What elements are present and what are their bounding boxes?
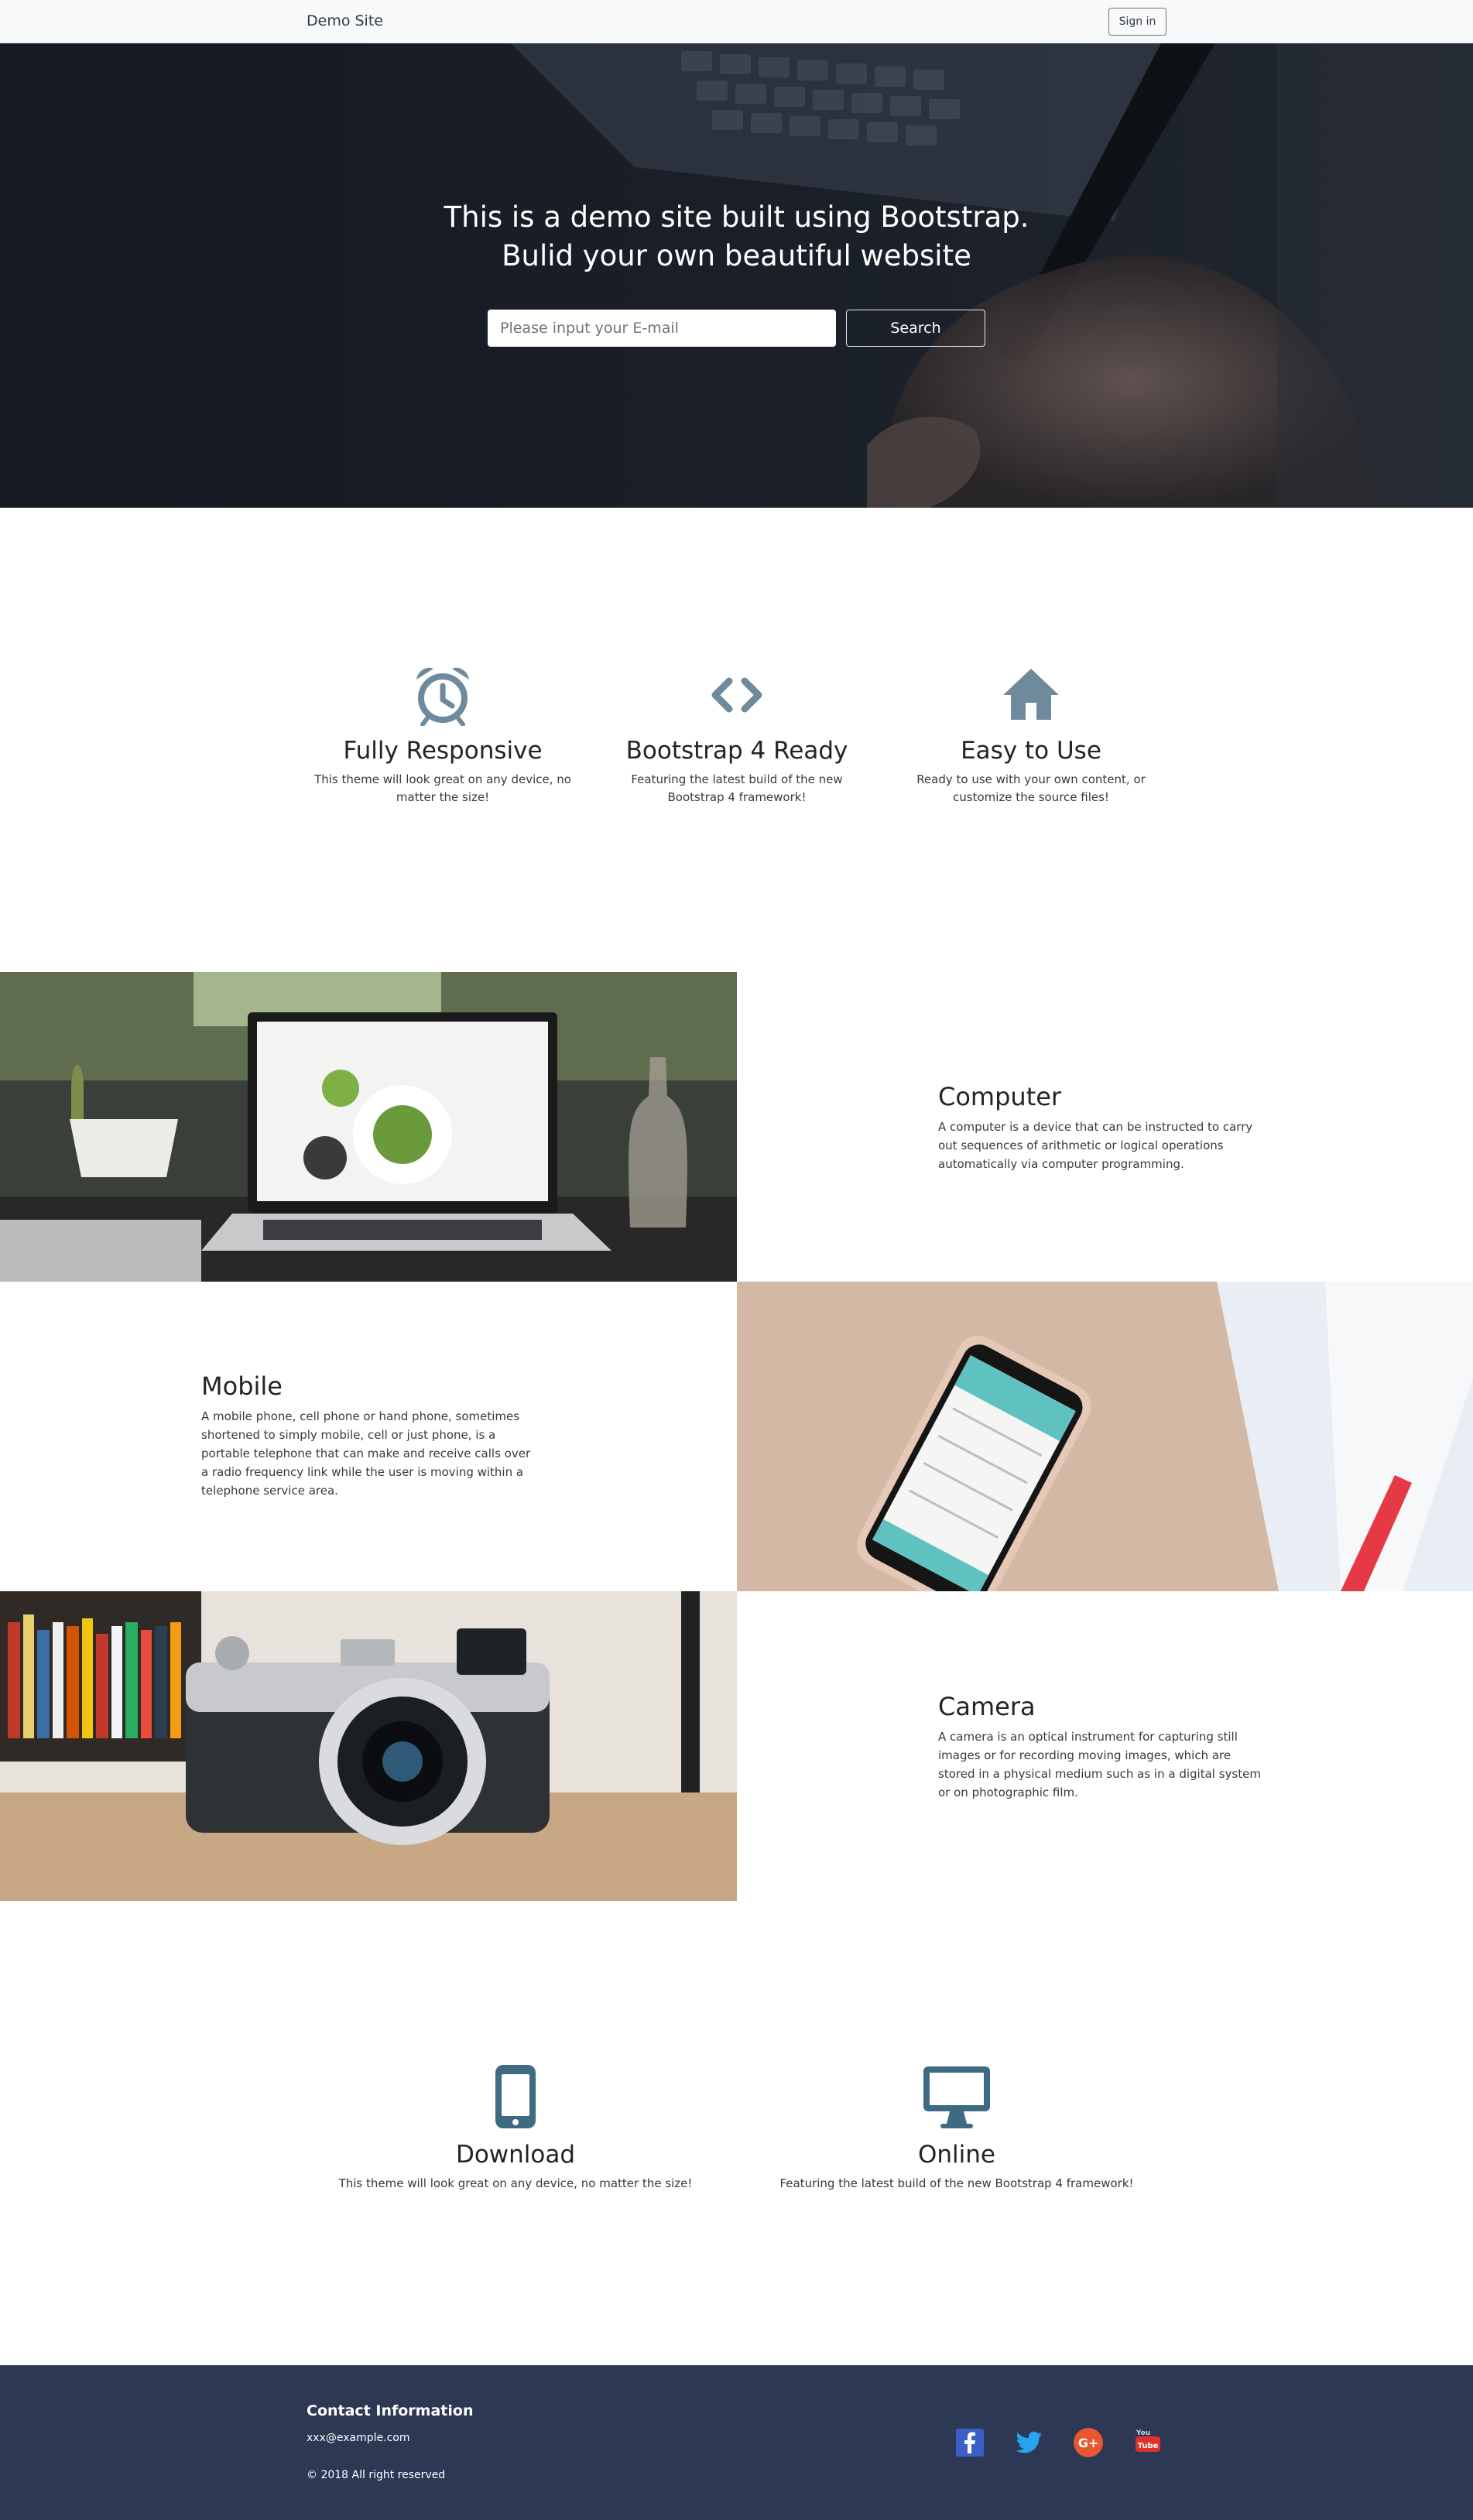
feature-title: Fully Responsive [343,737,543,765]
hero-background-image [0,43,1473,508]
computer-image [0,972,737,1282]
showcase-text: A computer is a device that can be instr… [938,1120,1253,1171]
google-plus-icon[interactable]: G+ [1073,2427,1104,2458]
feature-title: Online [918,2141,995,2169]
hero-section: This is a demo site built using Bootstra… [0,43,1473,508]
mobile-text-block: Mobile A mobile phone, cell phone or han… [201,1371,534,1500]
hero-title-line1: This is a demo site built using Bootstra… [444,200,1029,234]
mobile-phone-icon [495,2065,536,2128]
code-icon [711,677,762,713]
feature-text: Ready to use with your own content, or c… [916,772,1146,804]
youtube-icon[interactable]: Tube You [1132,2427,1163,2458]
home-icon [1003,669,1059,720]
feature-text: This theme will look great on any device… [314,772,571,804]
computer-text-block: Computer A computer is a device that can… [938,1082,1271,1173]
alarm-clock-icon [416,667,469,726]
hero-title: This is a demo site built using Bootstra… [0,198,1473,276]
email-input[interactable] [488,310,836,347]
feature-download: Download This theme will look great on a… [299,2063,732,2193]
navbar: Demo Site Sign in [0,0,1473,43]
showcase-title: Camera [938,1692,1036,1721]
svg-text:G+: G+ [1078,2436,1099,2450]
copyright-text: © 2018 All right reserved [307,2469,446,2481]
feature-title: Download [455,2141,576,2169]
showcase-title: Mobile [201,1371,283,1401]
svg-text:You: You [1136,2429,1150,2437]
camera-text-block: Camera A camera is an optical instrument… [938,1692,1271,1802]
feature-text: This theme will look great on any device… [338,2176,693,2190]
feature-online: Online Featuring the latest build of the… [740,2063,1173,2193]
twitter-icon[interactable] [1014,2427,1045,2458]
feature-easy-to-use: Easy to Use Ready to use with your own c… [899,664,1163,806]
contact-email: xxx@example.com [307,2432,410,2444]
sign-in-button[interactable]: Sign in [1108,8,1166,36]
camera-image [0,1591,737,1901]
feature-text: Featuring the latest build of the new Bo… [631,772,843,804]
feature-bootstrap-ready: Bootstrap 4 Ready Featuring the latest b… [605,664,868,806]
desktop-monitor-icon [923,2066,990,2128]
feature-fully-responsive: Fully Responsive This theme will look gr… [311,664,574,806]
mobile-image [737,1282,1473,1591]
showcase-title: Computer [938,1082,1062,1111]
feature-title: Bootstrap 4 Ready [625,737,848,765]
search-button[interactable]: Search [846,310,985,347]
facebook-icon[interactable] [954,2427,985,2458]
feature-text: Featuring the latest build of the new Bo… [779,2176,1134,2190]
hero-title-line2: Bulid your own beautiful website [502,239,971,272]
footer: Contact Information xxx@example.com © 20… [0,2365,1473,2520]
feature-title: Easy to Use [961,737,1101,765]
brand-link[interactable]: Demo Site [307,12,383,29]
showcase-text: A camera is an optical instrument for ca… [938,1730,1261,1799]
svg-text:Tube: Tube [1138,2442,1159,2450]
contact-heading: Contact Information [307,2402,474,2419]
showcase-text: A mobile phone, cell phone or hand phone… [201,1409,531,1498]
